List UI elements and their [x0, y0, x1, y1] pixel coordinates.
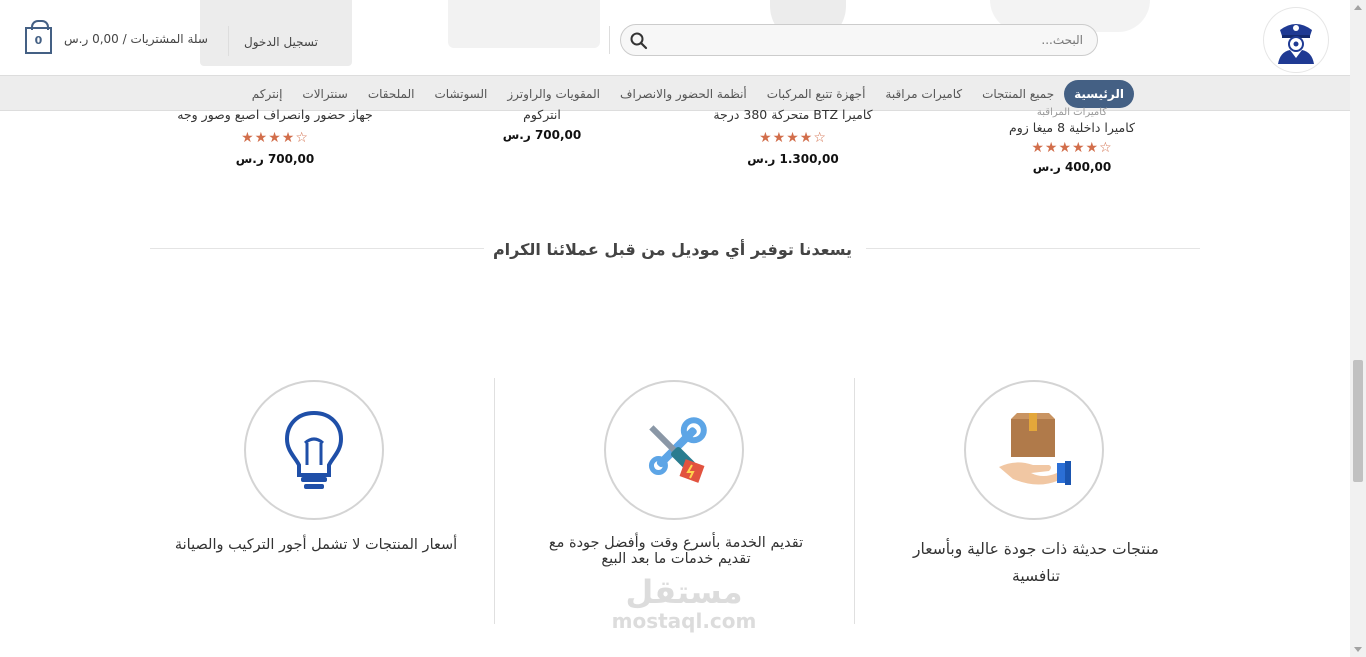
feature-icon-circle [964, 380, 1104, 520]
feature-separator [494, 378, 495, 624]
nav-item-attendance-systems[interactable]: أنظمة الحضور والانصراف [610, 80, 757, 108]
product-name[interactable]: جهاز حضور وانصراف اصبع وصور وجه [150, 107, 400, 122]
feature-text: أسعار المنتجات لا تشمل أجور التركيب والص… [174, 537, 458, 553]
search-input[interactable] [683, 30, 1083, 50]
product-category: كاميرات المراقبة [1036, 107, 1108, 118]
scroll-down-arrow-icon[interactable] [1354, 647, 1362, 652]
nav-item-vehicle-trackers[interactable]: أجهزة تتبع المركبات [757, 80, 876, 108]
product-card[interactable]: كاميرا BTZ متحركة 380 درجة ☆★★★★ 1.300,0… [706, 107, 880, 166]
watermark-arabic: مستقل [625, 573, 743, 611]
product-price: 700,00 ر.س [502, 128, 582, 142]
site-logo[interactable] [1264, 8, 1328, 72]
nav-menu: الرئيسية جميع المنتجات كاميرات مراقبة أج… [242, 80, 1134, 108]
nav-item-pbx[interactable]: سنترالات [292, 80, 357, 108]
page-scrollbar[interactable] [1350, 0, 1366, 657]
scrollbar-thumb[interactable] [1353, 360, 1363, 482]
section-divider-line [150, 248, 484, 249]
product-name[interactable]: انتركوم [480, 107, 604, 122]
products-row: كاميرات المراقبة كاميرا داخلية 8 ميغا زو… [0, 105, 1350, 200]
product-name[interactable]: كاميرا داخلية 8 ميغا زوم [990, 120, 1154, 135]
watermark-url: mostaql.com [611, 609, 757, 633]
login-button[interactable]: تسجيل الدخول [200, 0, 352, 66]
nav-item-home[interactable]: الرئيسية [1064, 80, 1134, 108]
nav-item-all-products[interactable]: جميع المنتجات [972, 80, 1064, 108]
rating-stars: ☆★★★★ [241, 130, 309, 146]
section-divider-line [866, 248, 1200, 249]
header-divider [609, 26, 610, 54]
site-header: تسجيل الدخول سلة المشتريات / 0,00 ر.س 0 [0, 0, 1350, 78]
cart-icon[interactable]: 0 [25, 20, 52, 54]
nav-item-cameras[interactable]: كاميرات مراقبة [875, 80, 972, 108]
scroll-up-arrow-icon[interactable] [1354, 5, 1362, 10]
product-price: 700,00 ر.س [235, 152, 315, 166]
feature-quality-products: منتجات حديثة ذات جودة عالية وبأسعار تناف… [866, 378, 1206, 626]
tools-wrench-screwdriver-icon [648, 417, 707, 483]
search-bar[interactable] [620, 24, 1098, 56]
product-card[interactable]: كاميرات المراقبة كاميرا داخلية 8 ميغا زو… [990, 107, 1154, 174]
rating-stars: ☆★★★★ [759, 130, 827, 146]
product-card[interactable]: جهاز حضور وانصراف اصبع وصور وجه ☆★★★★ 70… [150, 107, 400, 166]
package-in-hand-icon [999, 413, 1071, 485]
nav-item-switches[interactable]: السوتشات [424, 80, 497, 108]
header-banner-fragment [448, 0, 600, 48]
feature-pricing-note: أسعار المنتجات لا تشمل أجور التركيب والص… [146, 378, 486, 626]
product-price: 400,00 ر.س [1032, 160, 1112, 174]
product-card[interactable]: انتركوم 700,00 ر.س [480, 107, 604, 142]
header-divider [228, 26, 229, 56]
feature-icon-circle [244, 380, 384, 520]
feature-separator [854, 378, 855, 624]
light-bulb-icon [284, 410, 344, 489]
login-label: تسجيل الدخول [244, 35, 318, 49]
watermark: مستقل mostaql.com [600, 574, 768, 632]
nav-item-intercom[interactable]: إنتركم [242, 80, 293, 108]
search-icon[interactable] [629, 31, 649, 51]
feature-icon-circle [604, 380, 744, 520]
feature-text: منتجات حديثة ذات جودة عالية وبأسعار تناف… [913, 540, 1159, 586]
nav-item-boosters-routers[interactable]: المقويات والراوترز [497, 80, 610, 108]
police-officer-logo-icon [1278, 24, 1314, 64]
feature-text: تقديم الخدمة بأسرع وقت وأفضل جودة مع تقد… [548, 535, 804, 567]
nav-item-accessories[interactable]: الملحقات [358, 80, 425, 108]
section-title: يسعدنا توفير أي موديل من قبل عملائنا الك… [492, 240, 852, 259]
product-name[interactable]: كاميرا BTZ متحركة 380 درجة [706, 107, 880, 122]
cart-summary[interactable]: سلة المشتريات / 0,00 ر.س [64, 32, 208, 46]
rating-stars: ☆★★★★★ [1031, 140, 1113, 156]
product-price: 1.300,00 ر.س [747, 152, 839, 166]
